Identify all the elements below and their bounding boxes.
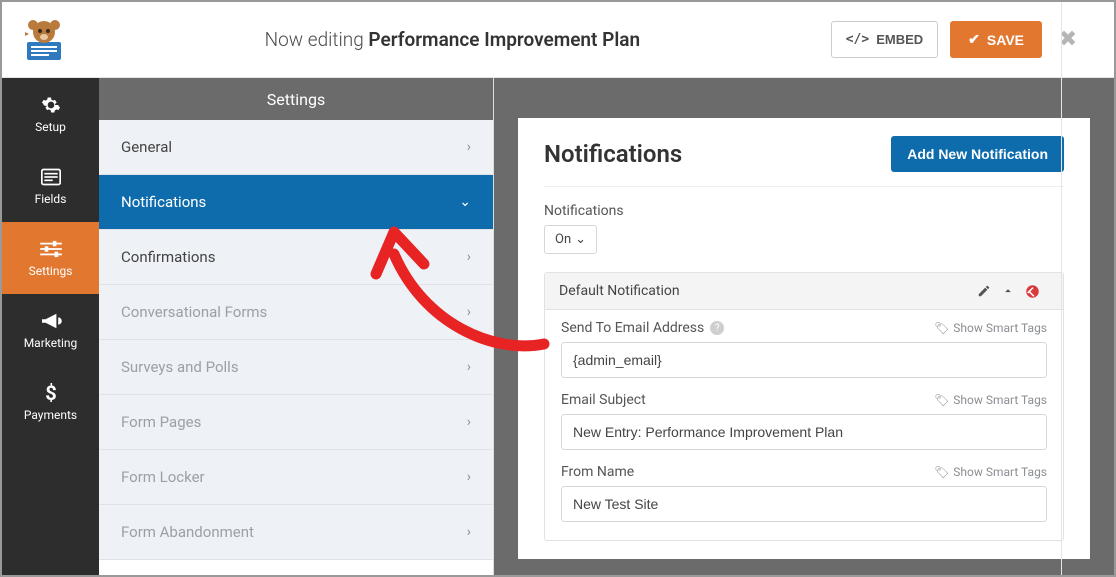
sidebar-item-settings[interactable]: Settings xyxy=(2,222,99,294)
sidebar-item-setup[interactable]: Setup xyxy=(2,78,99,150)
chevron-down-icon: ⌄ xyxy=(575,232,586,247)
notification-block: Default Notification xyxy=(544,272,1064,541)
notifications-panel: Notifications Add New Notification Notif… xyxy=(518,118,1090,559)
field-email-subject: Email Subject 🏷 Show Smart Tags xyxy=(561,392,1047,450)
delete-icon[interactable] xyxy=(1025,284,1049,299)
page-title: Now editing Performance Improvement Plan xyxy=(74,28,831,51)
tag-icon: 🏷 xyxy=(934,465,949,479)
top-bar: Now editing Performance Improvement Plan… xyxy=(2,2,1114,78)
notification-block-header: Default Notification xyxy=(545,273,1063,310)
tag-icon: 🏷 xyxy=(934,321,949,335)
help-icon[interactable]: ? xyxy=(710,321,724,335)
gear-icon xyxy=(40,94,62,116)
svg-text:$: $ xyxy=(45,382,56,404)
chevron-right-icon: › xyxy=(467,139,471,155)
sidebar-item-marketing[interactable]: Marketing xyxy=(2,294,99,366)
subnav-item-notifications[interactable]: Notifications ⌄ xyxy=(99,175,493,230)
send-to-input[interactable] xyxy=(561,342,1047,378)
notifications-toggle[interactable]: On ⌄ xyxy=(544,225,597,254)
email-subject-input[interactable] xyxy=(561,414,1047,450)
subnav-item-form-pages[interactable]: Form Pages › xyxy=(99,395,493,450)
code-icon: </> xyxy=(846,32,869,47)
subnav-item-form-abandonment[interactable]: Form Abandonment › xyxy=(99,505,493,560)
chevron-right-icon: › xyxy=(467,469,471,485)
check-icon: ✔ xyxy=(968,31,980,48)
dollar-icon: $ xyxy=(40,382,62,404)
subnav-item-conversational-forms[interactable]: Conversational Forms › xyxy=(99,285,493,340)
editing-prefix: Now editing xyxy=(265,28,364,51)
edit-icon[interactable] xyxy=(977,284,1001,298)
chevron-down-icon: ⌄ xyxy=(459,194,471,210)
field-send-to: Send To Email Address ? 🏷 Show Smart Tag… xyxy=(561,320,1047,378)
bullhorn-icon xyxy=(40,310,62,332)
show-smart-tags[interactable]: 🏷 Show Smart Tags xyxy=(934,465,1047,479)
embed-button[interactable]: </> EMBED xyxy=(831,21,938,58)
sliders-icon xyxy=(40,238,62,260)
field-from-name: From Name 🏷 Show Smart Tags xyxy=(561,464,1047,522)
app-logo xyxy=(14,18,74,62)
chevron-right-icon: › xyxy=(467,414,471,430)
sidebar-item-payments[interactable]: $ Payments xyxy=(2,366,99,438)
primary-sidebar: Setup Fields Settings Marketing xyxy=(2,78,99,575)
notification-title: Default Notification xyxy=(559,283,680,299)
main-content: Notifications Add New Notification Notif… xyxy=(494,78,1114,575)
chevron-right-icon: › xyxy=(467,304,471,320)
sidebar-item-fields[interactable]: Fields xyxy=(2,150,99,222)
subnav-item-confirmations[interactable]: Confirmations › xyxy=(99,230,493,285)
show-smart-tags[interactable]: 🏷 Show Smart Tags xyxy=(934,321,1047,335)
subnav-title: Settings xyxy=(99,78,493,120)
subnav-item-form-locker[interactable]: Form Locker › xyxy=(99,450,493,505)
subnav-item-surveys-polls[interactable]: Surveys and Polls › xyxy=(99,340,493,395)
tag-icon: 🏷 xyxy=(934,393,949,407)
chevron-right-icon: › xyxy=(467,359,471,375)
add-notification-button[interactable]: Add New Notification xyxy=(891,136,1064,172)
settings-subnav: Settings General › Notifications ⌄ Confi… xyxy=(99,78,494,575)
show-smart-tags[interactable]: 🏷 Show Smart Tags xyxy=(934,393,1047,407)
list-icon xyxy=(40,166,62,188)
toggle-label: Notifications xyxy=(544,203,1064,219)
chevron-right-icon: › xyxy=(467,524,471,540)
editing-title: Performance Improvement Plan xyxy=(368,28,640,51)
panel-heading: Notifications xyxy=(544,140,682,168)
close-button[interactable]: ✖ xyxy=(1042,27,1094,52)
collapse-icon[interactable] xyxy=(1001,284,1025,298)
chevron-right-icon: › xyxy=(467,249,471,265)
subnav-item-general[interactable]: General › xyxy=(99,120,493,175)
from-name-input[interactable] xyxy=(561,486,1047,522)
save-button[interactable]: ✔ SAVE xyxy=(950,21,1042,58)
